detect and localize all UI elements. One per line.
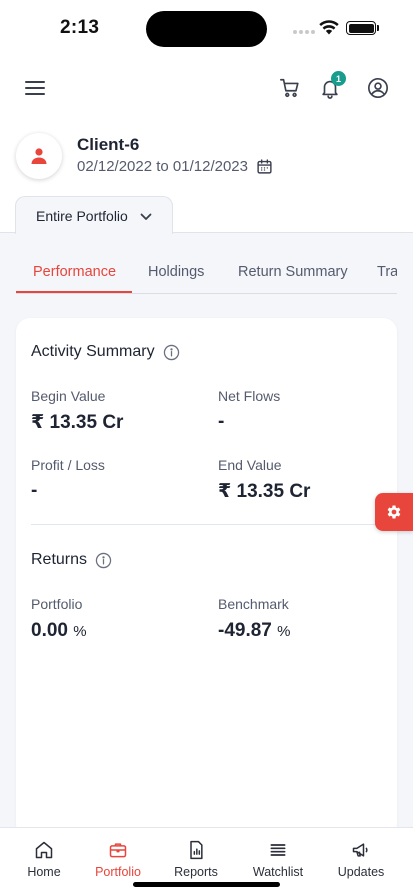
divider (31, 524, 383, 525)
wifi-icon (318, 18, 340, 40)
status-bar: 2:13 (0, 0, 413, 56)
home-icon (35, 841, 53, 859)
info-icon[interactable] (163, 344, 180, 361)
nav-updates-label: Updates (337, 865, 385, 879)
profile-icon[interactable] (365, 75, 391, 101)
report-icon (190, 840, 203, 860)
info-icon[interactable] (95, 552, 112, 569)
dynamic-island (146, 11, 267, 47)
section-tabs: Performance Holdings Return Summary Tra (16, 252, 397, 294)
nav-watchlist[interactable]: Watchlist (238, 840, 318, 879)
performance-card: Activity Summary Begin Value ₹ 13.35 Cr … (16, 318, 397, 838)
tab-transactions[interactable]: Tra (377, 264, 397, 280)
settings-button[interactable] (375, 493, 413, 531)
activity-summary-title: Activity Summary (31, 343, 155, 360)
nav-home-label: Home (27, 865, 61, 879)
active-tab-indicator (16, 291, 132, 293)
net-flows-value: - (218, 411, 225, 432)
client-date-range: 02/12/2022 to 01/12/2023 (77, 158, 273, 175)
nav-portfolio-label: Portfolio (95, 865, 141, 879)
begin-value-label: Begin Value (31, 388, 106, 404)
megaphone-icon (352, 843, 368, 857)
portfolio-return-value: 0.00 (31, 620, 68, 641)
tab-performance[interactable]: Performance (33, 264, 116, 280)
end-value: ₹ 13.35 Cr (218, 481, 311, 502)
tab-holdings[interactable]: Holdings (148, 264, 204, 280)
portfolio-return-label: Portfolio (31, 596, 83, 612)
nav-updates[interactable]: Updates (321, 840, 401, 879)
client-name: Client-6 (77, 135, 140, 154)
nav-watchlist-label: Watchlist (252, 865, 304, 879)
percent-unit: % (73, 623, 87, 640)
user-icon (31, 148, 47, 164)
menu-icon[interactable] (22, 75, 48, 101)
briefcase-icon (109, 843, 127, 858)
portfolio-return: 0.00 % (31, 620, 87, 642)
notification-badge: 1 (331, 71, 346, 86)
gear-icon (387, 505, 401, 519)
nav-reports[interactable]: Reports (156, 840, 236, 879)
benchmark-return: -49.87 % (218, 620, 291, 642)
begin-value: ₹ 13.35 Cr (31, 412, 124, 433)
calendar-icon[interactable] (256, 158, 273, 175)
portfolio-selector-label: Entire Portfolio (36, 207, 128, 224)
list-icon (270, 844, 286, 856)
home-indicator (133, 882, 280, 887)
percent-unit: % (277, 623, 291, 640)
benchmark-return-value: -49.87 (218, 620, 272, 641)
returns-header: Returns (31, 551, 112, 569)
cart-icon[interactable] (277, 75, 303, 101)
profit-loss-value: - (31, 480, 38, 501)
signal-icon (293, 30, 315, 34)
client-avatar (16, 133, 62, 179)
profit-loss-label: Profit / Loss (31, 457, 105, 473)
returns-title: Returns (31, 551, 88, 568)
top-app-bar (0, 70, 413, 106)
nav-reports-label: Reports (174, 865, 218, 879)
portfolio-selector[interactable]: Entire Portfolio (15, 196, 173, 234)
benchmark-return-label: Benchmark (218, 596, 289, 612)
tab-return-summary[interactable]: Return Summary (238, 264, 348, 280)
chevron-down-icon (140, 208, 152, 224)
activity-summary-header: Activity Summary (31, 343, 180, 361)
battery-icon (346, 21, 376, 35)
end-value-label: End Value (218, 457, 282, 473)
nav-home[interactable]: Home (4, 840, 84, 879)
status-time: 2:13 (60, 17, 100, 38)
nav-portfolio[interactable]: Portfolio (78, 840, 158, 879)
date-range-text: 02/12/2022 to 01/12/2023 (77, 158, 248, 175)
net-flows-label: Net Flows (218, 388, 281, 404)
